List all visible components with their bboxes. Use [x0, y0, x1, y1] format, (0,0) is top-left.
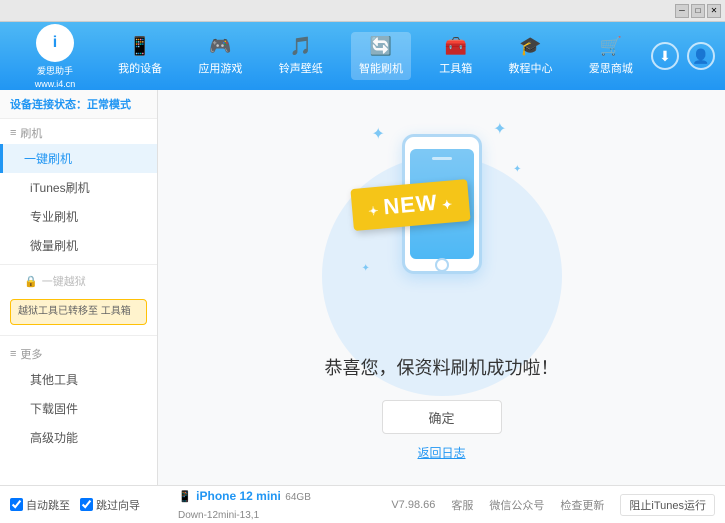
section-flash-icon: ≡ [10, 127, 16, 139]
nav-my-device[interactable]: 📱 我的设备 [110, 32, 170, 80]
logo-url: www.i4.cn [35, 79, 76, 89]
nav-toolbox[interactable]: 🧰 工具箱 [431, 32, 480, 80]
maximize-button[interactable]: □ [691, 4, 705, 18]
sidebar-item-other-tools[interactable]: 其他工具 [0, 365, 157, 394]
download-button[interactable]: ⬇ [651, 42, 679, 70]
app-container: i 爱思助手 www.i4.cn 📱 我的设备 🎮 应用游戏 🎵 铃声壁纸 🔄 … [0, 22, 725, 523]
user-button[interactable]: 👤 [687, 42, 715, 70]
bottom-left: 自动跳至 跳过向导 [10, 497, 168, 513]
apps-games-icon: 🎮 [209, 36, 231, 57]
jailbreak-notice: 越狱工具已转移至 工具箱 [10, 299, 147, 325]
auto-jump-check[interactable] [10, 498, 23, 511]
device-storage: 64GB [285, 492, 311, 503]
nav-apps-games-label: 应用游戏 [198, 60, 242, 76]
sidebar-section-flash: ≡ 刷机 [0, 119, 157, 144]
star-icon-3: ✦ [513, 164, 521, 175]
bottom-right: V7.98.66 客服 微信公众号 检查更新 阻止iTunes运行 [391, 494, 715, 516]
pro-flash-label: 专业刷机 [30, 210, 78, 224]
top-nav: i 爱思助手 www.i4.cn 📱 我的设备 🎮 应用游戏 🎵 铃声壁纸 🔄 … [0, 22, 725, 90]
logo-icon: i [36, 24, 74, 62]
main-content: ✦ ✦ ✦ ✦ NEW 恭喜您，保资料刷机成功啦！ 确定 返回日志 [158, 90, 725, 485]
one-click-flash-label: 一键刷机 [24, 152, 72, 166]
status-value: 正常模式 [87, 99, 131, 111]
device-model: Down-12mini-13,1 [178, 510, 259, 521]
back-log-link[interactable]: 返回日志 [417, 444, 465, 461]
skip-wizard-checkbox[interactable]: 跳过向导 [80, 497, 140, 513]
bottom-bar: 自动跳至 跳过向导 📱 iPhone 12 mini 64GB Down-12m… [0, 485, 725, 523]
sidebar-section-jailbreak: 🔒 一键越狱 [0, 269, 157, 293]
nav-tutorial-label: 教程中心 [509, 60, 553, 76]
divider-1 [0, 264, 157, 265]
toolbox-icon: 🧰 [445, 36, 467, 57]
itunes-flash-label: iTunes刷机 [30, 181, 90, 195]
sidebar-item-one-click-flash[interactable]: 一键刷机 [0, 144, 157, 173]
nav-my-device-label: 我的设备 [118, 60, 162, 76]
success-message: 恭喜您，保资料刷机成功啦！ [325, 354, 559, 380]
device-info: 📱 iPhone 12 mini 64GB Down-12mini-13,1 [168, 487, 391, 523]
lock-icon: 🔒 [24, 275, 38, 288]
section-more-title: 更多 [20, 346, 42, 362]
title-bar: ─ □ ✕ [0, 0, 725, 22]
my-device-icon: 📱 [129, 36, 151, 57]
stop-itunes-button[interactable]: 阻止iTunes运行 [620, 494, 715, 516]
ringtones-icon: 🎵 [289, 36, 311, 57]
download-firmware-label: 下载固件 [30, 402, 78, 416]
other-tools-label: 其他工具 [30, 373, 78, 387]
store-icon: 🛒 [600, 36, 622, 57]
star-icon-1: ✦ [372, 124, 385, 144]
jailbreak-label: 一键越狱 [42, 273, 86, 289]
advanced-label: 高级功能 [30, 431, 78, 445]
auto-jump-label: 自动跳至 [26, 497, 70, 513]
content-area: 设备连接状态：正常模式 ≡ 刷机 一键刷机 iTunes刷机 专业刷机 微量刷机 [0, 90, 725, 485]
nav-tutorial[interactable]: 🎓 教程中心 [501, 32, 561, 80]
auto-jump-checkbox[interactable]: 自动跳至 [10, 497, 70, 513]
skip-wizard-label: 跳过向导 [96, 497, 140, 513]
nav-items: 📱 我的设备 🎮 应用游戏 🎵 铃声壁纸 🔄 智能刷机 🧰 工具箱 🎓 [100, 32, 651, 80]
nav-store[interactable]: 🛒 爱思商城 [581, 32, 641, 80]
logo-area: i 爱思助手 www.i4.cn [10, 24, 100, 89]
section-more-icon: ≡ [10, 348, 16, 360]
close-button[interactable]: ✕ [707, 4, 721, 18]
device-name: iPhone 12 mini [196, 489, 281, 503]
logo-name: 爱思助手 [37, 64, 73, 77]
window-controls: ─ □ ✕ [675, 4, 721, 18]
wechat-link[interactable]: 微信公众号 [489, 497, 544, 513]
nav-ringtones[interactable]: 🎵 铃声壁纸 [271, 32, 331, 80]
skip-wizard-check[interactable] [80, 498, 93, 511]
divider-2 [0, 335, 157, 336]
nav-right-controls: ⬇ 👤 [651, 42, 715, 70]
nav-apps-games[interactable]: 🎮 应用游戏 [190, 32, 250, 80]
minimize-button[interactable]: ─ [675, 4, 689, 18]
connection-status: 设备连接状态：正常模式 [0, 90, 157, 119]
confirm-button[interactable]: 确定 [382, 400, 502, 434]
phone-home-button [435, 258, 449, 272]
sidebar-item-download-firmware[interactable]: 下载固件 [0, 394, 157, 423]
status-label: 设备连接状态： [10, 99, 87, 111]
section-flash-title: 刷机 [20, 125, 42, 141]
logo-symbol: i [53, 34, 57, 52]
sidebar-item-micro-flash[interactable]: 微量刷机 [0, 231, 157, 260]
sidebar-section-more: ≡ 更多 [0, 340, 157, 365]
nav-smart-flash-label: 智能刷机 [359, 60, 403, 76]
smart-flash-icon: 🔄 [370, 36, 392, 57]
star-icon-4: ✦ [362, 263, 370, 274]
customer-service-link[interactable]: 客服 [451, 497, 473, 513]
success-panel: ✦ ✦ ✦ ✦ NEW 恭喜您，保资料刷机成功啦！ 确定 返回日志 [325, 114, 559, 461]
check-update-link[interactable]: 检查更新 [560, 497, 604, 513]
jailbreak-notice-text: 越狱工具已转移至 工具箱 [18, 306, 131, 317]
version-label: V7.98.66 [391, 499, 435, 511]
nav-store-label: 爱思商城 [589, 60, 633, 76]
success-illustration: ✦ ✦ ✦ ✦ NEW [342, 114, 542, 334]
sidebar-item-itunes-flash[interactable]: iTunes刷机 [0, 173, 157, 202]
device-icon: 📱 [178, 491, 192, 503]
nav-ringtones-label: 铃声壁纸 [279, 60, 323, 76]
tutorial-icon: 🎓 [519, 36, 541, 57]
micro-flash-label: 微量刷机 [30, 239, 78, 253]
sidebar: 设备连接状态：正常模式 ≡ 刷机 一键刷机 iTunes刷机 专业刷机 微量刷机 [0, 90, 158, 485]
sidebar-item-advanced[interactable]: 高级功能 [0, 423, 157, 452]
nav-smart-flash[interactable]: 🔄 智能刷机 [351, 32, 411, 80]
star-icon-2: ✦ [493, 119, 506, 139]
sidebar-item-pro-flash[interactable]: 专业刷机 [0, 202, 157, 231]
nav-toolbox-label: 工具箱 [439, 60, 472, 76]
